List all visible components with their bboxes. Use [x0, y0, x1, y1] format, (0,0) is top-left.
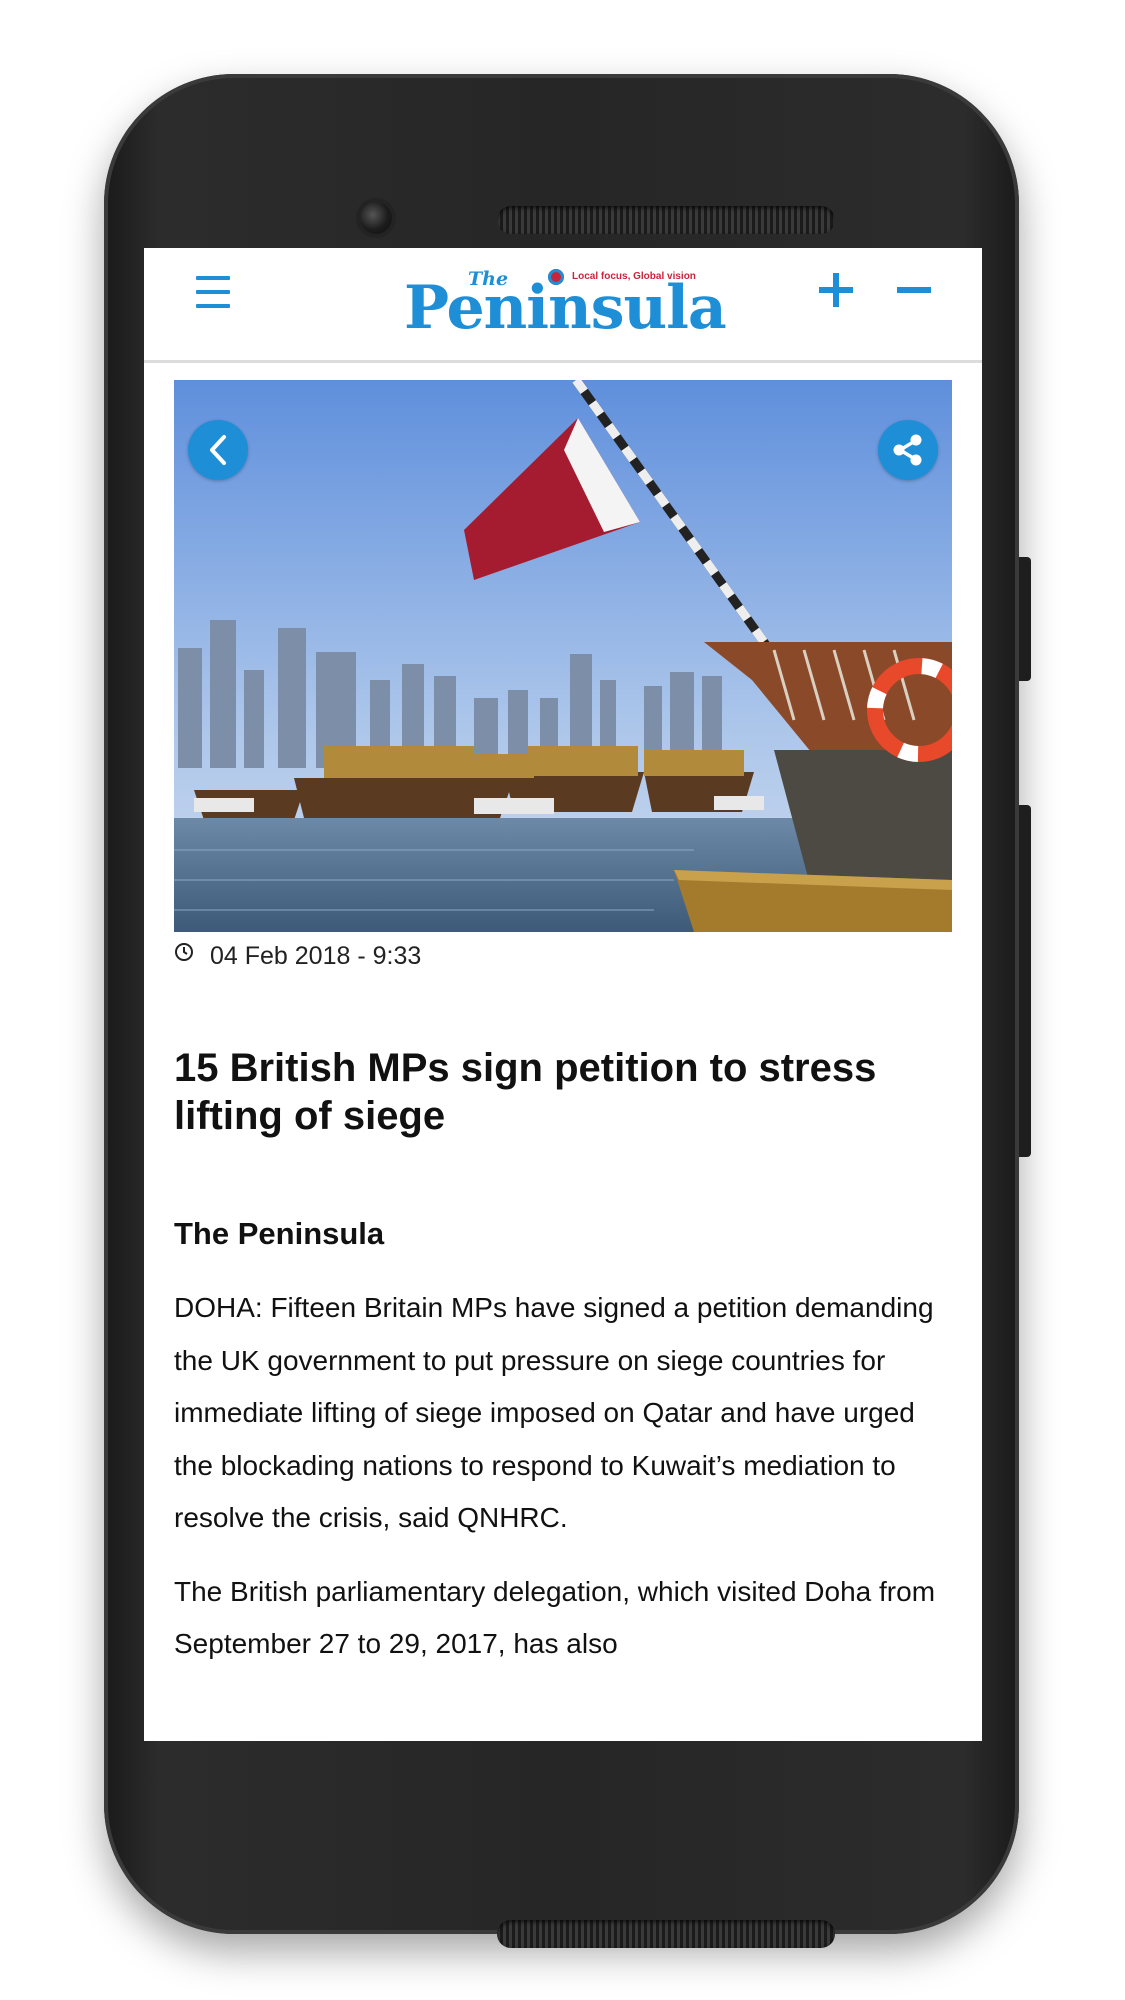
article-date: 04 Feb 2018 - 9:33 — [210, 941, 422, 970]
article-meta: 04 Feb 2018 - 9:33 — [174, 936, 952, 976]
volume-rocker — [1019, 805, 1031, 1157]
article-paragraph: The British parliamentary delegation, wh… — [174, 1575, 936, 1660]
article-title: 15 British MPs sign petition to stress l… — [174, 1046, 877, 1138]
power-button — [1019, 557, 1031, 681]
article-source: The Peninsula — [174, 1216, 385, 1251]
earpiece-speaker — [497, 206, 835, 234]
share-button[interactable] — [878, 420, 938, 480]
logo-emblem-icon — [548, 269, 564, 285]
app-header: Peninsula The Local focus, Global vision — [144, 248, 982, 363]
front-camera — [360, 202, 392, 234]
app-screen: Peninsula The Local focus, Global vision — [144, 248, 982, 1741]
stage: Peninsula The Local focus, Global vision — [0, 0, 1125, 2000]
article-hero-image — [174, 380, 952, 932]
back-button[interactable] — [188, 420, 248, 480]
minus-icon — [897, 287, 931, 293]
doha-harbour-photo — [174, 380, 952, 932]
share-icon — [893, 434, 922, 466]
logo-wordmark: Peninsula — [404, 273, 727, 343]
plus-icon — [819, 273, 853, 307]
decrease-font-button[interactable] — [894, 270, 934, 310]
bottom-speaker — [497, 1920, 835, 1948]
article-paragraph: DOHA: Fifteen Britain MPs have signed a … — [174, 1292, 934, 1533]
clock-icon — [175, 943, 193, 961]
article: 04 Feb 2018 - 9:33 15 British MPs sign p… — [174, 380, 952, 1671]
hamburger-menu-icon[interactable] — [196, 276, 230, 308]
increase-font-button[interactable] — [816, 270, 856, 310]
logo-tagline: Local focus, Global vision — [572, 271, 696, 282]
logo-the: The — [468, 268, 509, 290]
chevron-left-icon — [210, 435, 226, 465]
peninsula-logo: Peninsula The Local focus, Global vision — [404, 262, 784, 346]
